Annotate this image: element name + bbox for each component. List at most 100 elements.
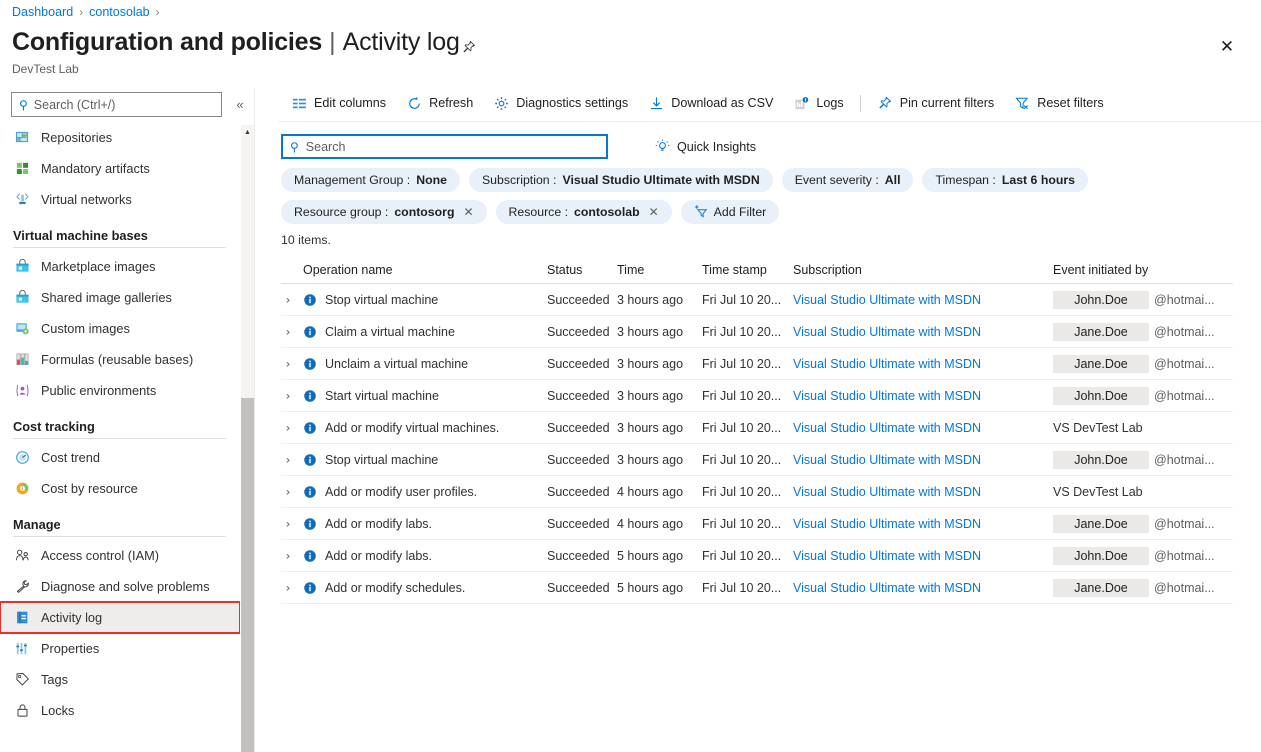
sidebar-search-row: ⚲ Search (Ctrl+/) « (0, 88, 255, 117)
table-row[interactable]: ›Unclaim a virtual machineSucceeded3 hou… (281, 348, 1233, 380)
sidebar-item-shared-image-galleries[interactable]: Shared image galleries (0, 282, 240, 313)
info-icon (303, 517, 317, 531)
table-row[interactable]: ›Add or modify virtual machines.Succeede… (281, 412, 1233, 444)
sidebar-item-repositories[interactable]: Repositories (0, 122, 240, 153)
quick-insights-button[interactable]: Quick Insights (649, 135, 762, 158)
cell-subscription-link[interactable]: Visual Studio Ultimate with MSDN (793, 549, 981, 563)
toolbar-logs-button[interactable]: Logs (783, 90, 853, 116)
row-expand-chevron-icon[interactable]: › (281, 325, 295, 339)
cell-time-stamp: Fri Jul 10 20... (702, 453, 793, 467)
toolbar-refresh-button[interactable]: Refresh (396, 90, 483, 116)
sidebar-item-marketplace-images[interactable]: Marketplace images (0, 251, 240, 282)
column-header-operation-name[interactable]: Operation name (303, 263, 393, 277)
cell-event-initiator: John.Doe (1053, 387, 1149, 405)
table-row[interactable]: ›Add or modify schedules.Succeeded5 hour… (281, 572, 1233, 604)
toolbar-diagnostics-settings-button[interactable]: Diagnostics settings (483, 90, 638, 116)
cell-operation-name: Claim a virtual machine (325, 325, 455, 339)
filter-chip-remove-icon[interactable]: ✕ (649, 205, 659, 219)
access-control-icon (14, 547, 31, 564)
row-expand-chevron-icon[interactable]: › (281, 293, 295, 307)
cell-time: 5 hours ago (617, 581, 702, 595)
table-row[interactable]: ›Stop virtual machineSucceeded3 hours ag… (281, 284, 1233, 316)
filter-chip-resource-group[interactable]: Resource group :contosorg✕ (281, 200, 487, 224)
quick-insights-label: Quick Insights (677, 140, 756, 154)
sidebar-item-formulas-reusable-bases[interactable]: Formulas (reusable bases) (0, 344, 240, 375)
sidebar-item-activity-log[interactable]: Activity log (0, 602, 240, 633)
cell-subscription-link[interactable]: Visual Studio Ultimate with MSDN (793, 389, 981, 403)
sidebar-item-cost-by-resource[interactable]: Cost by resource (0, 473, 240, 504)
cell-subscription-link[interactable]: Visual Studio Ultimate with MSDN (793, 485, 981, 499)
add-filter-icon (694, 204, 708, 221)
row-expand-chevron-icon[interactable]: › (281, 581, 295, 595)
toolbar-reset-filters-button[interactable]: Reset filters (1004, 90, 1114, 116)
row-expand-chevron-icon[interactable]: › (281, 485, 295, 499)
column-header-time-stamp[interactable]: Time stamp (702, 263, 793, 277)
table-row[interactable]: ›Add or modify labs.Succeeded5 hours ago… (281, 540, 1233, 572)
sidebar-scrollbar-thumb[interactable] (241, 398, 254, 752)
table-row[interactable]: ›Add or modify labs.Succeeded4 hours ago… (281, 508, 1233, 540)
sidebar-item-locks[interactable]: Locks (0, 695, 240, 726)
row-expand-chevron-icon[interactable]: › (281, 453, 295, 467)
cell-subscription-link[interactable]: Visual Studio Ultimate with MSDN (793, 325, 981, 339)
sidebar-item-mandatory-artifacts[interactable]: Mandatory artifacts (0, 153, 240, 184)
toolbar-item-label: Refresh (429, 96, 473, 110)
table-row[interactable]: ›Start virtual machineSucceeded3 hours a… (281, 380, 1233, 412)
sidebar-search-input[interactable]: ⚲ Search (Ctrl+/) (11, 92, 222, 117)
sidebar-item-tags[interactable]: Tags (0, 664, 240, 695)
cell-event-initiator-email: @hotmai... (1154, 517, 1215, 531)
sidebar-item-virtual-networks[interactable]: Virtual networks (0, 184, 240, 215)
row-expand-chevron-icon[interactable]: › (281, 357, 295, 371)
row-expand-chevron-icon[interactable]: › (281, 421, 295, 435)
breadcrumb-item-contosolab[interactable]: contosolab (89, 5, 149, 19)
filter-chip-management-group[interactable]: Management Group :None (281, 168, 460, 192)
toolbar-pin-current-filters-button[interactable]: Pin current filters (867, 90, 1004, 116)
breadcrumb-item-dashboard[interactable]: Dashboard (12, 5, 73, 19)
column-header-event-initiated-by[interactable]: Event initiated by (1053, 263, 1233, 277)
sidebar-item-properties[interactable]: Properties (0, 633, 240, 664)
cell-time-stamp: Fri Jul 10 20... (702, 357, 793, 371)
cell-subscription-link[interactable]: Visual Studio Ultimate with MSDN (793, 453, 981, 467)
sidebar-item-cost-trend[interactable]: Cost trend (0, 442, 240, 473)
scroll-up-arrow-icon[interactable]: ▲ (241, 126, 254, 139)
item-count-label: 10 items. (281, 233, 331, 247)
add-filter-button[interactable]: Add Filter (681, 200, 780, 224)
cell-event-initiator: John.Doe (1053, 291, 1149, 309)
filter-chip-timespan[interactable]: Timespan :Last 6 hours (922, 168, 1088, 192)
breadcrumb-separator-icon: › (156, 5, 160, 19)
table-row[interactable]: ›Stop virtual machineSucceeded3 hours ag… (281, 444, 1233, 476)
search-input[interactable]: ⚲ Search (281, 134, 608, 159)
cell-event-initiator: Jane.Doe (1053, 355, 1149, 373)
cell-subscription-link[interactable]: Visual Studio Ultimate with MSDN (793, 293, 981, 307)
cell-subscription-link[interactable]: Visual Studio Ultimate with MSDN (793, 581, 981, 595)
close-blade-button[interactable]: ✕ (1213, 33, 1241, 61)
column-header-status[interactable]: Status (547, 263, 617, 277)
table-row[interactable]: ›Claim a virtual machineSucceeded3 hours… (281, 316, 1233, 348)
filter-chip-event-severity[interactable]: Event severity :All (782, 168, 914, 192)
sidebar-scrollbar[interactable]: ▲ (241, 125, 254, 752)
sidebar-item-diagnose-and-solve-problems[interactable]: Diagnose and solve problems (0, 571, 240, 602)
sidebar-collapse-button[interactable]: « (231, 95, 249, 115)
table-row[interactable]: ›Add or modify user profiles.Succeeded4 … (281, 476, 1233, 508)
row-expand-chevron-icon[interactable]: › (281, 389, 295, 403)
row-expand-chevron-icon[interactable]: › (281, 549, 295, 563)
cell-operation-name: Add or modify labs. (325, 517, 432, 531)
sidebar-item-public-environments[interactable]: Public environments (0, 375, 240, 406)
column-header-time[interactable]: Time (617, 263, 702, 277)
cell-subscription-link[interactable]: Visual Studio Ultimate with MSDN (793, 421, 981, 435)
cost-by-resource-icon (14, 480, 31, 497)
virtual-network-icon (14, 191, 31, 208)
sidebar-item-custom-images[interactable]: Custom images (0, 313, 240, 344)
sidebar-item-access-control-iam[interactable]: Access control (IAM) (0, 540, 240, 571)
filter-chip-resource[interactable]: Resource :contosolab✕ (496, 200, 672, 224)
filter-chip-subscription[interactable]: Subscription :Visual Studio Ultimate wit… (469, 168, 773, 192)
pin-blade-button[interactable] (455, 34, 481, 60)
cell-event-initiator: Jane.Doe (1053, 515, 1149, 533)
toolbar-edit-columns-button[interactable]: Edit columns (281, 90, 396, 116)
row-expand-chevron-icon[interactable]: › (281, 517, 295, 531)
cell-subscription-link[interactable]: Visual Studio Ultimate with MSDN (793, 357, 981, 371)
filter-chip-remove-icon[interactable]: ✕ (463, 205, 473, 219)
marketplace-image-icon (14, 258, 31, 275)
cell-subscription-link[interactable]: Visual Studio Ultimate with MSDN (793, 517, 981, 531)
column-header-subscription[interactable]: Subscription (793, 263, 1053, 277)
toolbar-download-as-csv-button[interactable]: Download as CSV (638, 90, 783, 116)
